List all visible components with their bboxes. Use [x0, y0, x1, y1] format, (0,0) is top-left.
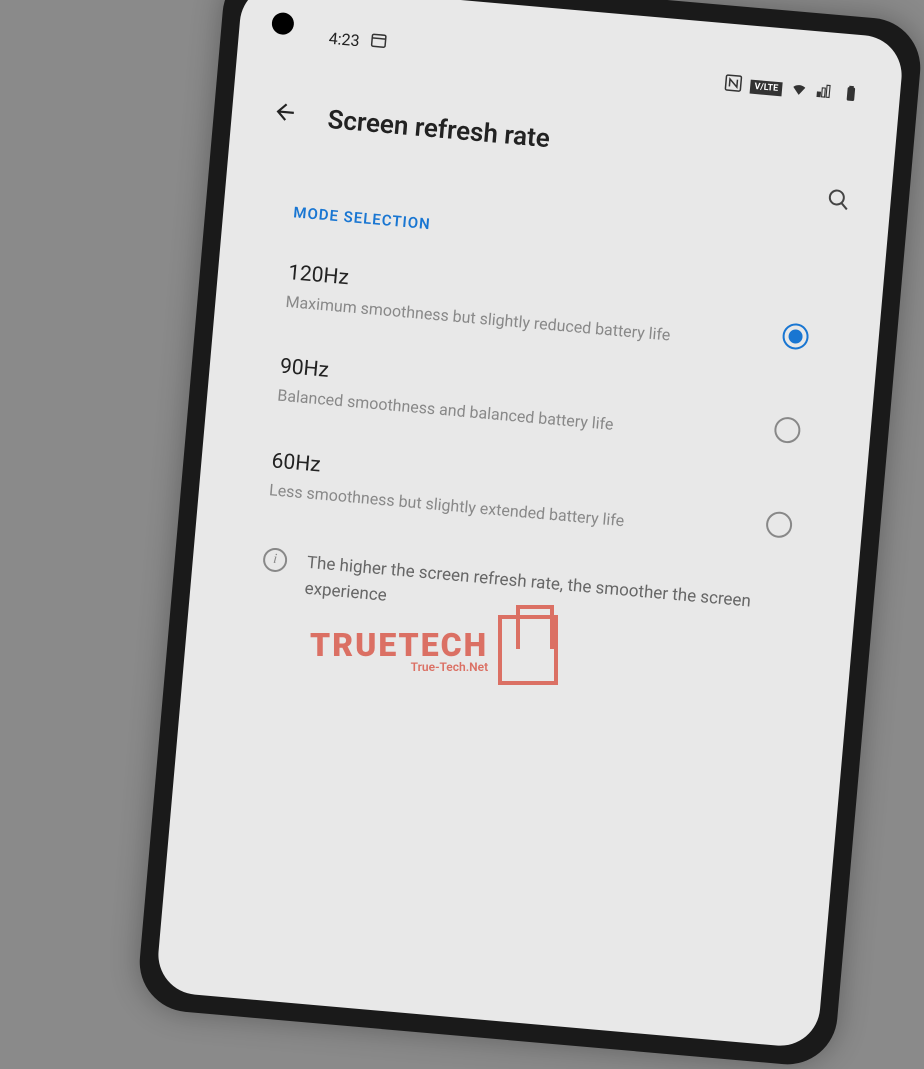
calendar-icon [369, 30, 389, 53]
signal-icon [815, 81, 835, 104]
phone-frame: 4:23 V/LTE [136, 0, 924, 1069]
info-icon: i [262, 547, 288, 573]
radio-120hz[interactable] [781, 322, 809, 350]
page-title: Screen refresh rate [326, 104, 551, 153]
back-button[interactable] [270, 98, 299, 133]
wifi-icon [789, 79, 809, 102]
screen: 4:23 V/LTE [155, 0, 905, 1049]
status-bar-left: 4:23 [328, 27, 389, 54]
status-bar-right: V/LTE [724, 73, 861, 107]
battery-icon [841, 84, 861, 107]
volte-badge: V/LTE [750, 80, 783, 97]
search-button[interactable] [825, 187, 852, 219]
radio-90hz[interactable] [773, 416, 801, 444]
status-time: 4:23 [328, 28, 360, 50]
radio-60hz[interactable] [765, 510, 793, 538]
nfc-icon [724, 73, 744, 96]
